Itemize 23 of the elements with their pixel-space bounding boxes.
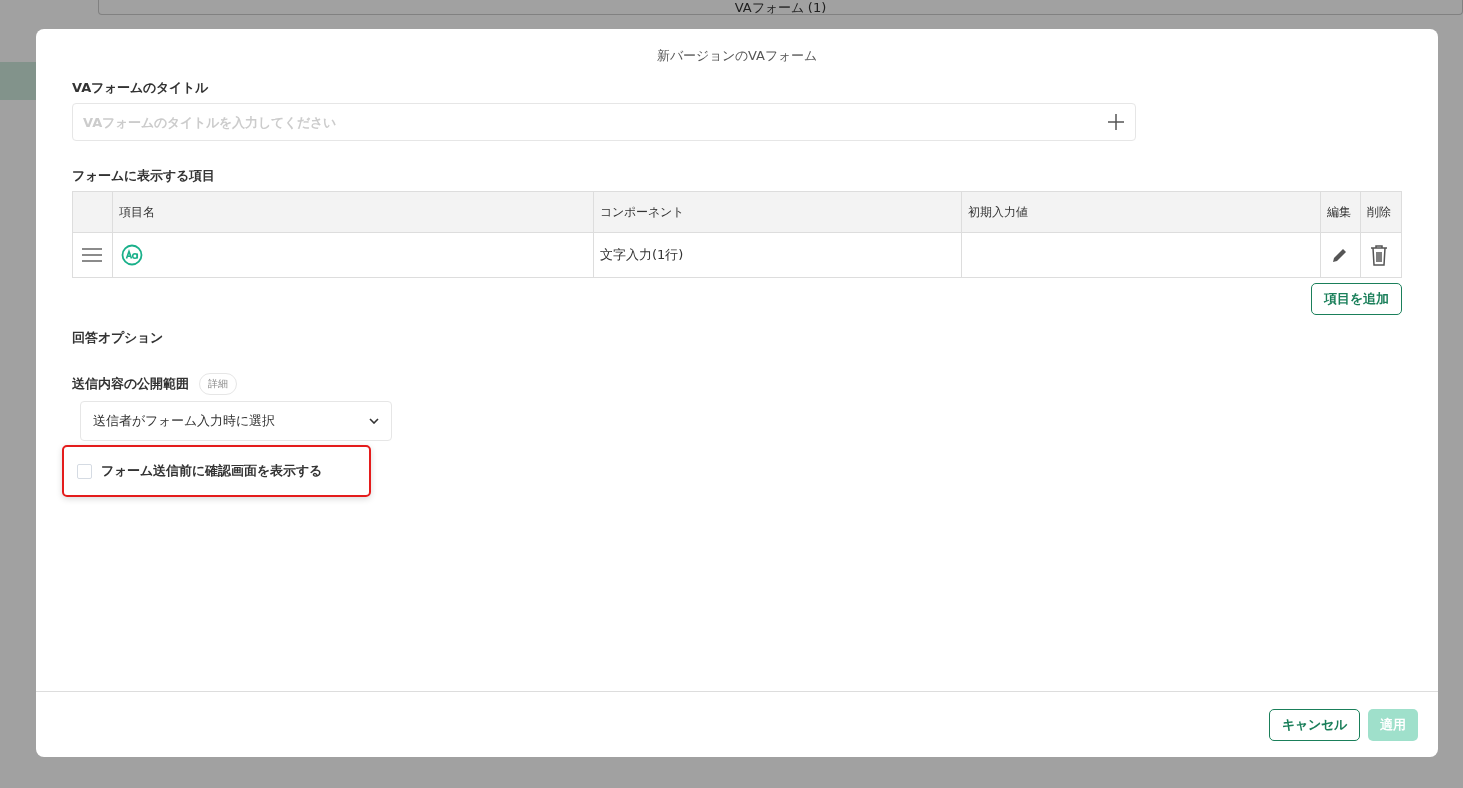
column-header: 編集 <box>1321 192 1361 233</box>
cancel-button[interactable]: キャンセル <box>1269 708 1360 741</box>
text-type-icon <box>121 244 143 266</box>
visibility-select[interactable]: 送信者がフォーム入力時に選択 <box>80 401 392 441</box>
pencil-icon[interactable] <box>1332 247 1348 263</box>
column-header: コンポーネント <box>594 192 962 233</box>
checkbox[interactable] <box>77 463 92 479</box>
column-header: 削除 <box>1361 192 1402 233</box>
trash-icon[interactable] <box>1370 244 1388 266</box>
section-label: フォームに表示する項目 <box>72 167 216 185</box>
dialog-title: 新バージョンのVAフォーム <box>656 47 818 65</box>
drag-handle-icon[interactable] <box>82 248 102 262</box>
column-header: 初期入力値 <box>962 192 1321 233</box>
section-heading: 回答オプション <box>72 329 164 347</box>
table-cell: 文字入力(1行) <box>594 233 962 278</box>
chevron-down-icon <box>369 418 379 424</box>
form-button[interactable]: VAフォーム (1) <box>98 0 1463 15</box>
column-header: 項目名 <box>113 192 594 233</box>
plus-icon[interactable] <box>1108 114 1124 130</box>
checkbox-label: フォーム送信前に確認画面を表示する <box>101 462 322 480</box>
field-label: 送信内容の公開範囲 <box>72 375 189 393</box>
add-item-button[interactable]: 項目を追加 <box>1311 283 1402 315</box>
field-label: VAフォームのタイトル <box>72 79 210 97</box>
